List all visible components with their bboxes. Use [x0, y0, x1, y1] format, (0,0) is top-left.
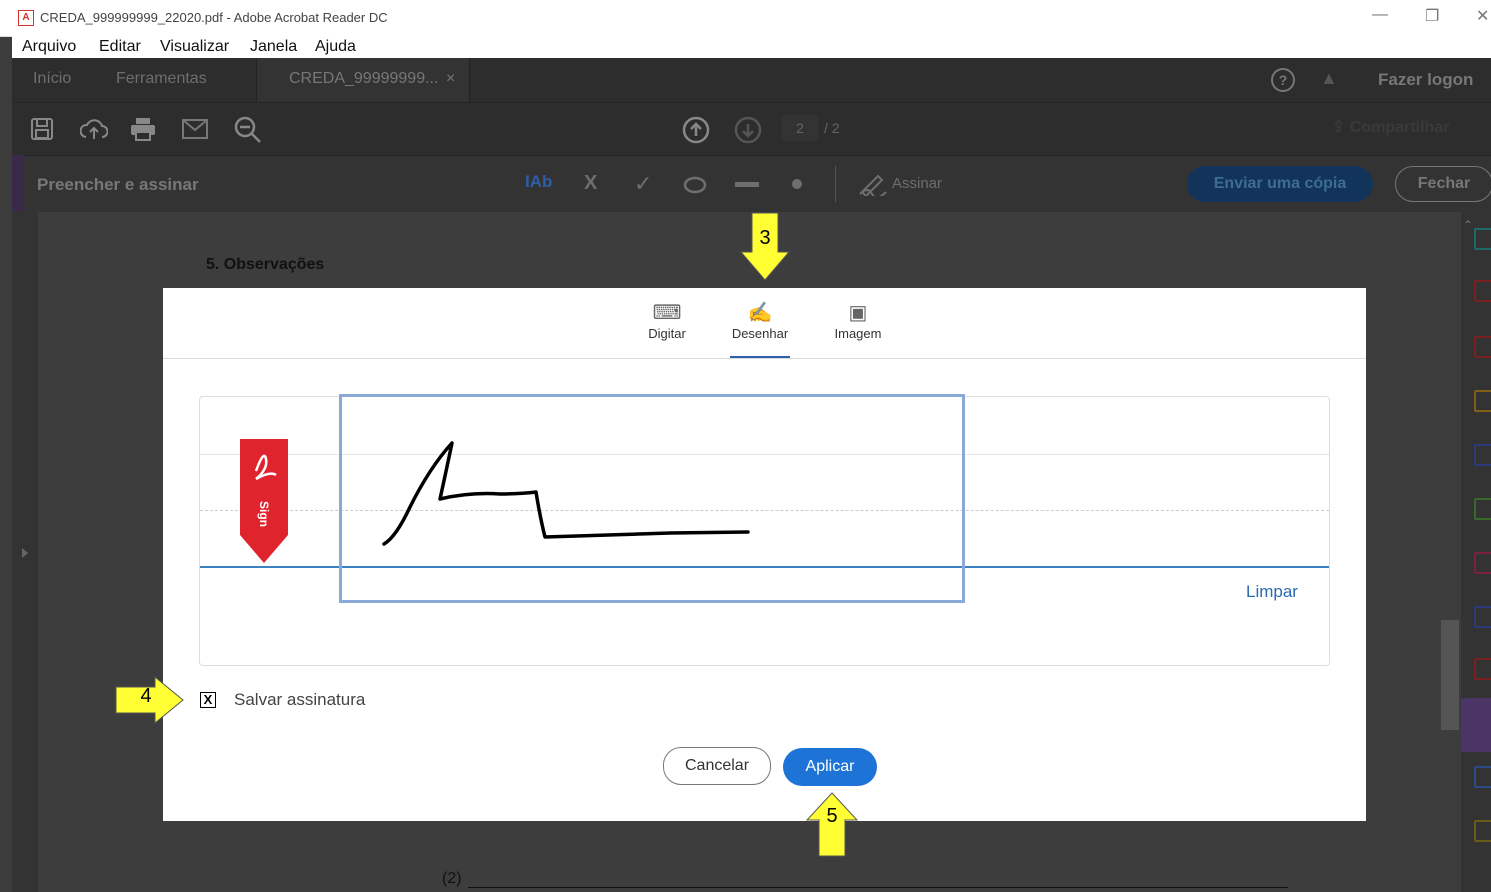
share-button[interactable]: ⇪ Compartilhar: [1332, 117, 1449, 137]
protect-icon[interactable]: [1474, 606, 1491, 628]
apply-button[interactable]: Aplicar: [783, 748, 877, 786]
fill-sign-title: Preencher e assinar: [37, 175, 199, 194]
comment-icon[interactable]: [1474, 390, 1491, 412]
save-icon[interactable]: [30, 117, 54, 141]
sign-pen-icon[interactable]: [858, 172, 888, 196]
menu-janela[interactable]: Janela: [250, 38, 297, 56]
signature-line-marker: (2): [442, 870, 462, 887]
menu-editar[interactable]: Editar: [99, 38, 141, 56]
save-signature-checkbox[interactable]: X: [200, 692, 216, 708]
tab-digitar-label: Digitar: [648, 326, 686, 341]
menu-visualizar[interactable]: Visualizar: [160, 38, 229, 56]
signature-dialog: ⌨ Digitar ✍ Desenhar ▣ Imagem Sign Limpa…: [163, 288, 1366, 821]
tab-inicio[interactable]: Início: [33, 70, 71, 88]
sign-label[interactable]: Assinar: [892, 175, 942, 192]
toolbar-divider: [835, 166, 836, 202]
combine-files-icon[interactable]: [1474, 444, 1491, 466]
send-for-signature-icon[interactable]: [1474, 766, 1491, 788]
print-icon[interactable]: [130, 117, 156, 141]
tab-desenhar[interactable]: ✍ Desenhar: [728, 300, 792, 341]
tab-desenhar-label: Desenhar: [731, 326, 789, 341]
title-bar: A CREDA_999999999_22020.pdf - Adobe Acro…: [0, 0, 1491, 37]
upload-cloud-icon[interactable]: [80, 117, 108, 141]
organize-pages-icon[interactable]: [1474, 336, 1491, 358]
image-icon: ▣: [848, 302, 868, 324]
help-icon[interactable]: ?: [1271, 68, 1295, 92]
clear-link[interactable]: Limpar: [1246, 582, 1298, 602]
export-pdf-icon[interactable]: [1474, 228, 1491, 250]
active-tool-highlight[interactable]: [1461, 698, 1491, 752]
tab-document[interactable]: CREDA_99999999... ×: [256, 58, 470, 102]
zoom-out-icon[interactable]: [234, 116, 262, 144]
tab-imagem[interactable]: ▣ Imagem: [828, 300, 888, 341]
acrobat-pdf-icon: A: [18, 10, 34, 26]
edit-pdf-icon[interactable]: [1474, 658, 1491, 680]
tab-imagem-label: Imagem: [834, 326, 882, 341]
keyboard-icon: ⌨: [652, 302, 682, 324]
share-icon: ⇪: [1332, 119, 1350, 136]
chevron-up-icon[interactable]: ⌃: [1463, 218, 1473, 232]
callout-label-3: 3: [759, 227, 771, 249]
tab-document-label: CREDA_99999999...: [289, 70, 439, 87]
tab-ferramentas[interactable]: Ferramentas: [116, 70, 207, 88]
tab-digitar[interactable]: ⌨ Digitar: [637, 300, 697, 341]
signature-line: [468, 887, 1288, 888]
section-heading: 5. Observações: [206, 256, 325, 273]
fill-sign-accent: [12, 155, 24, 211]
fill-sign-toolbar: Preencher e assinar IAb X ✓ Assinar Envi…: [12, 155, 1491, 212]
minimize-button[interactable]: —: [1372, 6, 1388, 24]
cross-tool[interactable]: X: [584, 172, 597, 195]
circle-tool-icon[interactable]: [683, 176, 707, 194]
mail-icon[interactable]: [182, 119, 208, 139]
checkmark-tool[interactable]: ✓: [634, 171, 652, 197]
line-tool-icon[interactable]: [735, 182, 759, 188]
tab-bar: Início Ferramentas CREDA_99999999... × ?…: [12, 58, 1491, 102]
left-panel-strip: [12, 212, 38, 892]
share-label: Compartilhar: [1349, 119, 1450, 136]
signature-draw-area[interactable]: Sign: [199, 394, 1330, 666]
fill-sign-rail-icon[interactable]: [1474, 552, 1491, 574]
cancel-button[interactable]: Cancelar: [663, 747, 771, 785]
bell-icon[interactable]: ▲: [1320, 68, 1338, 89]
dot-tool-icon[interactable]: [791, 178, 803, 190]
close-window-button[interactable]: ✕: [1476, 6, 1489, 26]
menu-arquivo[interactable]: Arquivo: [22, 38, 76, 56]
page-number-input[interactable]: 2: [782, 115, 818, 141]
window-title: CREDA_999999999_22020.pdf - Adobe Acroba…: [40, 10, 388, 25]
page-up-icon[interactable]: [682, 116, 710, 144]
main-toolbar: 2 / 2 ⇪ Compartilhar: [12, 102, 1491, 155]
dialog-tabs-divider: [163, 358, 1366, 359]
draw-pen-icon: ✍: [747, 302, 773, 324]
scrollbar-thumb[interactable]: [1441, 620, 1459, 730]
login-link[interactable]: Fazer logon: [1378, 70, 1473, 90]
page-down-icon[interactable]: [734, 116, 762, 144]
menu-bar: Arquivo Editar Visualizar Janela Ajuda: [12, 36, 1491, 58]
send-copy-button[interactable]: Enviar uma cópia: [1187, 166, 1373, 202]
tab-close-icon[interactable]: ×: [446, 70, 455, 88]
menu-ajuda[interactable]: Ajuda: [315, 38, 356, 56]
restore-button[interactable]: ❐: [1425, 6, 1439, 26]
expand-panel-icon[interactable]: [22, 548, 28, 558]
callout-label-5: 5: [826, 805, 838, 827]
add-text-tool[interactable]: IAb: [525, 172, 552, 192]
compress-icon[interactable]: [1474, 498, 1491, 520]
more-tools-icon[interactable]: [1474, 820, 1491, 842]
callout-label-4: 4: [140, 685, 152, 707]
page-total: / 2: [824, 120, 840, 136]
close-fill-sign-button[interactable]: Fechar: [1395, 166, 1491, 202]
annotation-highlight-box: [339, 394, 965, 603]
create-pdf-icon[interactable]: [1474, 280, 1491, 302]
save-signature-label: Salvar assinatura: [234, 690, 366, 709]
